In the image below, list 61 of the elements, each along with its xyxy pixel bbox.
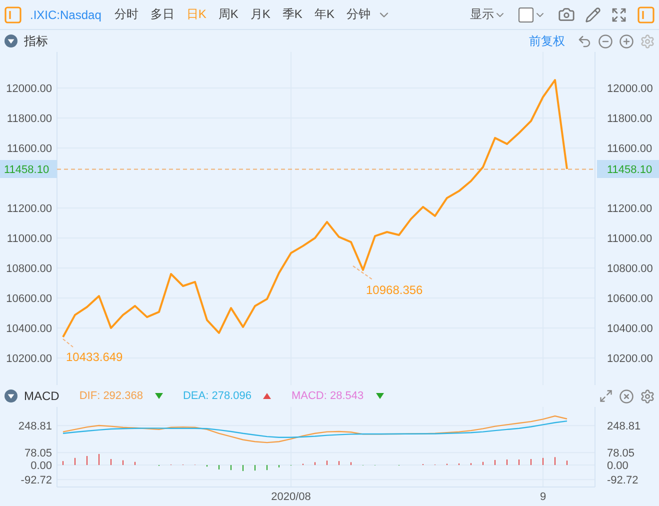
axis-label: 78.05 — [607, 448, 635, 460]
last-price-tag: 11458.10 — [0, 160, 57, 178]
axis-label: 11800.00 — [607, 113, 652, 125]
axis-label: 0.00 — [30, 460, 52, 472]
pencil-icon[interactable] — [583, 6, 603, 22]
axis-label: 10200.00 — [6, 353, 52, 365]
display-button[interactable]: 显示 — [468, 6, 508, 23]
axis-label: 11200.00 — [6, 203, 52, 215]
axis-label: 10600.00 — [607, 293, 653, 305]
price-mark-label: 10968.356 — [366, 282, 423, 297]
axis-label: 0.00 — [607, 460, 628, 472]
period-tab[interactable]: 周K — [215, 6, 242, 23]
axis-label: 11600.00 — [607, 143, 652, 155]
indicator-label: MACD — [24, 389, 60, 403]
undo-icon[interactable] — [577, 34, 592, 48]
period-tab[interactable]: 季K — [279, 6, 306, 23]
date-label: 2020/08 — [271, 491, 311, 503]
indicator-reading: DEA: 278.096 — [182, 390, 252, 402]
axis-label: 12000.00 — [607, 83, 653, 95]
axis-label: 11600.00 — [6, 143, 52, 155]
period-tab[interactable]: 多日 — [147, 6, 178, 23]
zoom-out-icon[interactable] — [598, 34, 613, 48]
axis-label: 11000.00 — [607, 233, 652, 245]
axis-label: 12000.00 — [6, 83, 52, 95]
axis-label: 248.81 — [607, 420, 641, 433]
period-tab[interactable]: 分钟 — [343, 6, 374, 23]
collapse-icon[interactable] — [4, 34, 18, 48]
axis-label: 78.05 — [24, 448, 52, 460]
close-icon[interactable] — [619, 388, 634, 404]
axis-label: 11800.00 — [6, 113, 52, 125]
period-tab[interactable]: 月K — [247, 6, 274, 23]
indicator-label: 指标 — [24, 32, 48, 50]
last-price-tag: 11458.10 — [597, 160, 659, 178]
settings-icon[interactable] — [640, 34, 655, 48]
period-tab[interactable]: 分时 — [111, 6, 142, 23]
axis-label: 11000.00 — [6, 233, 52, 245]
panel-icon[interactable] — [637, 6, 655, 24]
indicator-reading: DIF: 292.368 — [79, 390, 143, 402]
symbol-label: .IXIC:Nasdaq — [30, 8, 102, 22]
axis-label: 10400.00 — [6, 323, 52, 335]
period-tab[interactable]: 年K — [311, 6, 338, 23]
axis-label: 10600.00 — [6, 293, 52, 305]
collapse-icon[interactable] — [4, 389, 18, 403]
leader-line — [352, 265, 374, 280]
expand-icon[interactable] — [599, 389, 613, 403]
zoom-in-icon[interactable] — [619, 34, 634, 48]
price-mark-label: 10433.649 — [66, 350, 123, 364]
panel-icon[interactable] — [4, 6, 22, 24]
settings-icon[interactable] — [640, 388, 655, 404]
axis-label: 10800.00 — [607, 263, 653, 275]
axis-label: 10400.00 — [607, 323, 653, 335]
axis-label: 248.81 — [18, 420, 52, 433]
axis-label: 10800.00 — [6, 263, 52, 275]
indicator-reading: MACD: 28.543 — [291, 390, 364, 402]
axis-label: -92.72 — [607, 474, 638, 487]
leader-line — [62, 338, 74, 348]
axis-label: -92.72 — [20, 474, 52, 487]
axis-label: 11200.00 — [607, 203, 652, 215]
camera-icon[interactable] — [556, 6, 577, 23]
axis-label: 10200.00 — [607, 353, 653, 365]
date-label: 9 — [540, 491, 546, 503]
